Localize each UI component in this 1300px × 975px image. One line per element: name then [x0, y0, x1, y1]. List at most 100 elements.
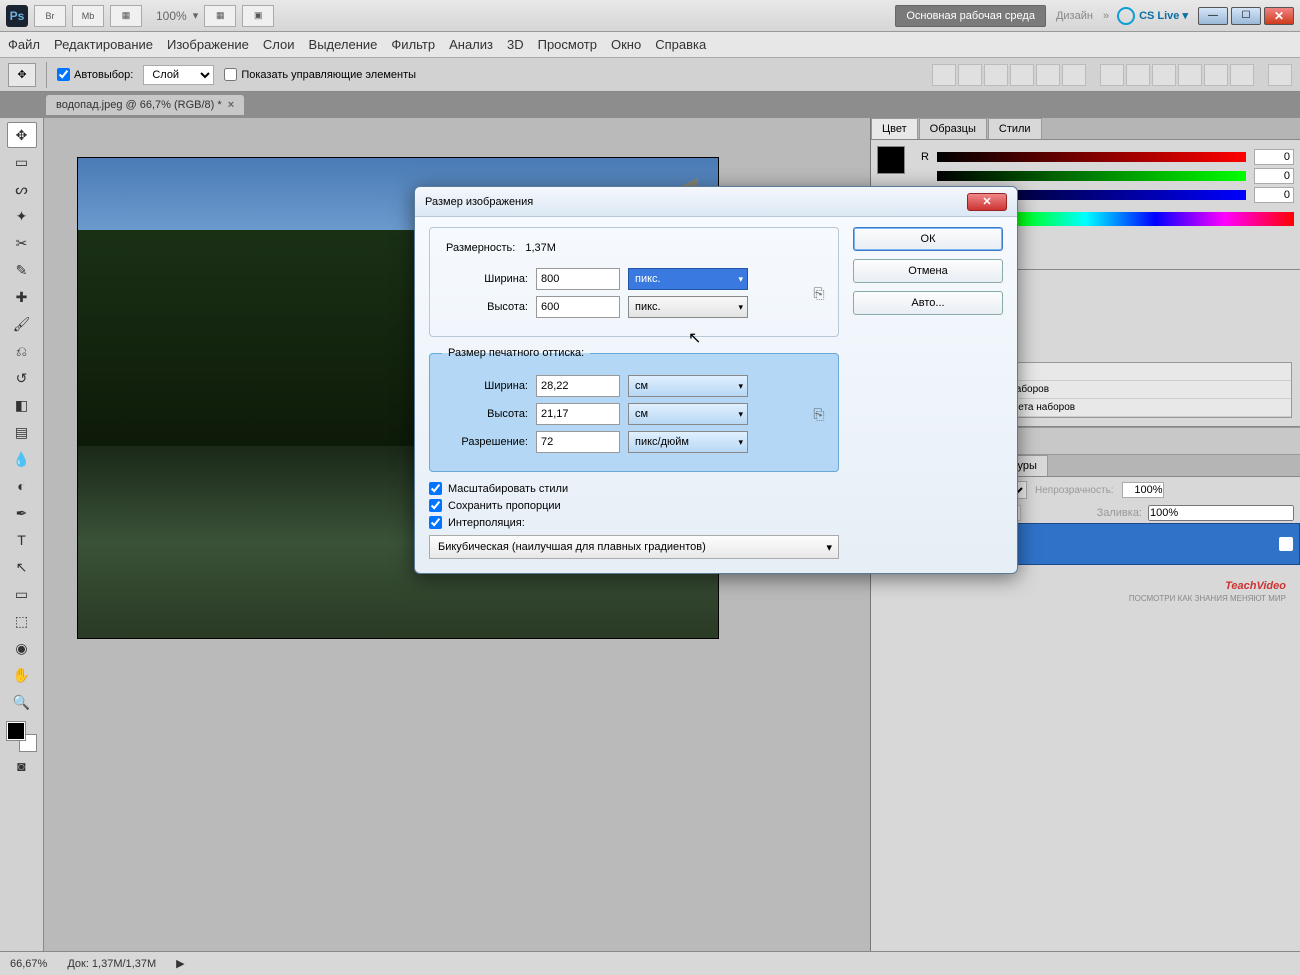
g-slider[interactable]	[937, 171, 1246, 181]
more-workspaces-icon[interactable]: »	[1103, 10, 1109, 22]
quickmask-tool[interactable]: ◙	[7, 753, 37, 779]
lasso-tool[interactable]: ᔕ	[7, 176, 37, 202]
dodge-tool[interactable]: ◐	[7, 473, 37, 499]
print-height-unit-select[interactable]: см	[628, 403, 748, 425]
shape-tool[interactable]: ▭	[7, 581, 37, 607]
show-controls-checkbox[interactable]: Показать управляющие элементы	[224, 68, 416, 81]
minimize-button[interactable]: —	[1198, 7, 1228, 25]
pen-tool[interactable]: ✒	[7, 500, 37, 526]
menu-view[interactable]: Просмотр	[538, 37, 597, 52]
color-swatches[interactable]	[7, 722, 37, 752]
opacity-input[interactable]	[1122, 482, 1164, 498]
resolution-input[interactable]	[536, 431, 620, 453]
auto-align-btn[interactable]	[1268, 64, 1292, 86]
g-input[interactable]	[1254, 168, 1294, 184]
chevron-down-icon[interactable]: ▾	[193, 9, 199, 22]
height-input[interactable]	[536, 296, 620, 318]
status-arrow-icon[interactable]: ▶	[176, 957, 184, 970]
screenmode-button[interactable]: ▣	[242, 5, 274, 27]
close-button[interactable]: ✕	[1264, 7, 1294, 25]
distribute-btn[interactable]	[1126, 64, 1150, 86]
gradient-tool[interactable]: ▤	[7, 419, 37, 445]
autoselect-target[interactable]: Слой	[143, 65, 214, 85]
distribute-btn[interactable]	[1204, 64, 1228, 86]
tab-swatches[interactable]: Образцы	[919, 118, 987, 139]
print-width-unit-select[interactable]: см	[628, 375, 748, 397]
history-brush-tool[interactable]: ↺	[7, 365, 37, 391]
menu-help[interactable]: Справка	[655, 37, 706, 52]
blur-tool[interactable]: 💧	[7, 446, 37, 472]
bridge-button[interactable]: Br	[34, 5, 66, 27]
b-input[interactable]	[1254, 187, 1294, 203]
view-extras-button[interactable]: ▦	[110, 5, 142, 27]
resample-checkbox[interactable]	[429, 516, 442, 529]
menu-select[interactable]: Выделение	[309, 37, 378, 52]
resolution-unit-select[interactable]: пикс/дюйм	[628, 431, 748, 453]
design-workspace-button[interactable]: Дизайн	[1056, 10, 1093, 22]
healing-tool[interactable]: ✚	[7, 284, 37, 310]
move-tool[interactable]: ✥	[7, 122, 37, 148]
marquee-tool[interactable]: ▭	[7, 149, 37, 175]
distribute-btn[interactable]	[1152, 64, 1176, 86]
auto-button[interactable]: Авто...	[853, 291, 1003, 315]
move-tool-icon[interactable]: ✥	[8, 63, 36, 87]
stamp-tool[interactable]: ⎌	[7, 338, 37, 364]
ok-button[interactable]: ОК	[853, 227, 1003, 251]
workspace-button[interactable]: Основная рабочая среда	[895, 5, 1046, 27]
type-tool[interactable]: T	[7, 527, 37, 553]
constrain-link-icon[interactable]: ⎘	[812, 262, 826, 324]
arrange-button[interactable]: ▦	[204, 5, 236, 27]
eraser-tool[interactable]: ◧	[7, 392, 37, 418]
minibridge-button[interactable]: Mb	[72, 5, 104, 27]
3d-tool[interactable]: ⬚	[7, 608, 37, 634]
align-btn[interactable]	[932, 64, 956, 86]
fill-input[interactable]	[1148, 505, 1294, 521]
menu-edit[interactable]: Редактирование	[54, 37, 153, 52]
maximize-button[interactable]: ☐	[1231, 7, 1261, 25]
width-input[interactable]	[536, 268, 620, 290]
dialog-close-button[interactable]: ✕	[967, 193, 1007, 211]
distribute-btn[interactable]	[1100, 64, 1124, 86]
dialog-titlebar[interactable]: Размер изображения ✕	[415, 187, 1017, 217]
interpolation-select[interactable]: Бикубическая (наилучшая для плавных град…	[429, 535, 839, 559]
constrain-link-icon[interactable]: ⎘	[812, 369, 826, 459]
menu-window[interactable]: Окно	[611, 37, 641, 52]
r-input[interactable]	[1254, 149, 1294, 165]
status-doc[interactable]: Док: 1,37M/1,37M	[67, 958, 156, 970]
wand-tool[interactable]: ✦	[7, 203, 37, 229]
menu-file[interactable]: Файл	[8, 37, 40, 52]
zoom-tool[interactable]: 🔍	[7, 689, 37, 715]
hand-tool[interactable]: ✋	[7, 662, 37, 688]
scale-styles-checkbox[interactable]	[429, 482, 442, 495]
width-unit-select[interactable]: пикс.	[628, 268, 748, 290]
3d-camera-tool[interactable]: ◉	[7, 635, 37, 661]
tab-color[interactable]: Цвет	[871, 118, 918, 139]
align-btn[interactable]	[1010, 64, 1034, 86]
color-foreground-swatch[interactable]	[877, 146, 905, 174]
align-btn[interactable]	[1062, 64, 1086, 86]
eyedropper-tool[interactable]: ✎	[7, 257, 37, 283]
distribute-btn[interactable]	[1178, 64, 1202, 86]
brush-tool[interactable]: 🖌	[7, 311, 37, 337]
align-btn[interactable]	[984, 64, 1008, 86]
path-tool[interactable]: ↖	[7, 554, 37, 580]
autoselect-checkbox[interactable]: Автовыбор:	[57, 68, 133, 81]
print-width-input[interactable]	[536, 375, 620, 397]
close-tab-icon[interactable]: ×	[228, 99, 234, 111]
document-tab[interactable]: водопад.jpeg @ 66,7% (RGB/8) * ×	[46, 95, 244, 115]
crop-tool[interactable]: ✂	[7, 230, 37, 256]
cancel-button[interactable]: Отмена	[853, 259, 1003, 283]
cslive-button[interactable]: CS Live ▾	[1117, 7, 1188, 25]
align-btn[interactable]	[958, 64, 982, 86]
menu-layer[interactable]: Слои	[263, 37, 295, 52]
distribute-btn[interactable]	[1230, 64, 1254, 86]
r-slider[interactable]	[937, 152, 1246, 162]
status-zoom[interactable]: 66,67%	[10, 958, 47, 970]
tab-styles[interactable]: Стили	[988, 118, 1042, 139]
menu-filter[interactable]: Фильтр	[391, 37, 435, 52]
constrain-checkbox[interactable]	[429, 499, 442, 512]
menu-analysis[interactable]: Анализ	[449, 37, 493, 52]
menu-image[interactable]: Изображение	[167, 37, 249, 52]
print-height-input[interactable]	[536, 403, 620, 425]
align-btn[interactable]	[1036, 64, 1060, 86]
